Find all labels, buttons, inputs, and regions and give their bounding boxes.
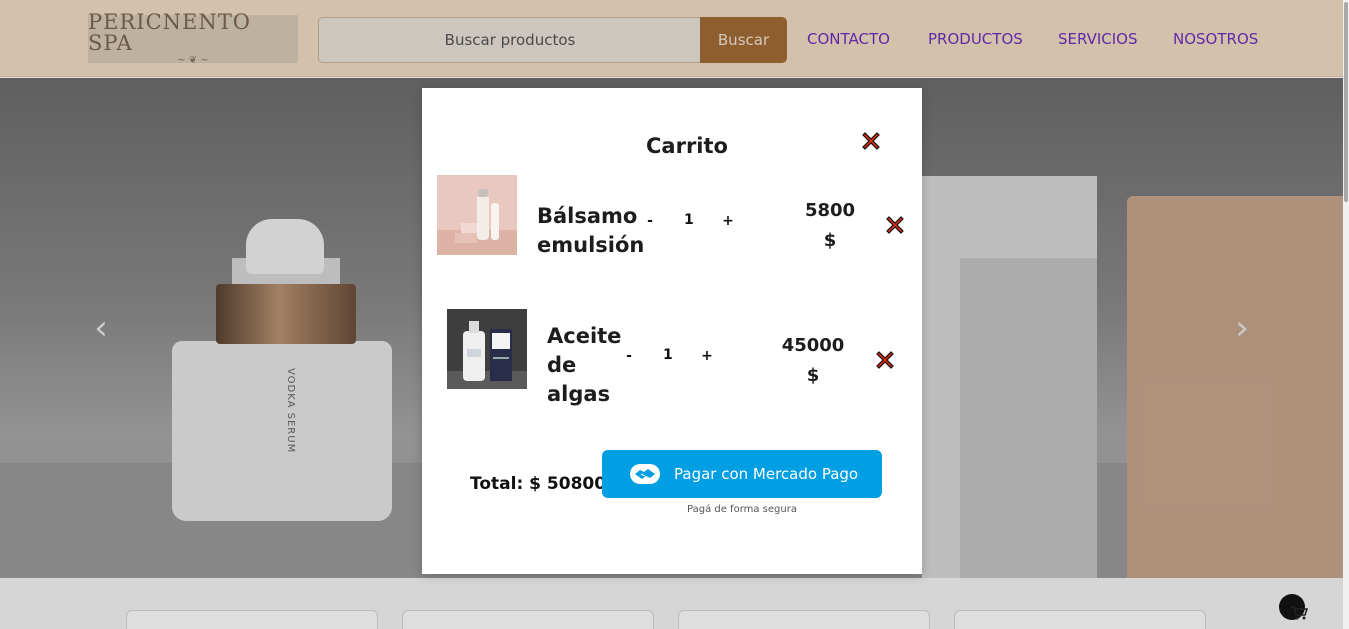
cart-item-name-line: Aceite [547, 324, 622, 348]
cart-item-name-line: emulsión [537, 233, 645, 257]
nav-link-servicios[interactable]: SERVICIOS [1058, 30, 1138, 48]
product-card[interactable] [126, 610, 378, 629]
remove-item-button[interactable] [884, 214, 906, 236]
decrease-quantity-button[interactable]: - [620, 346, 638, 366]
cart-total: Total: $ 50800 [470, 474, 607, 494]
remove-item-icon [876, 351, 894, 369]
cart-item-name-line: Bálsamo [537, 204, 638, 228]
product-card[interactable] [678, 610, 930, 629]
hero-bottle-label: VODKA SERUM [285, 368, 296, 454]
cart-modal: Carrito Bálsamo emulsión - 1 + 5800 $ Ac… [422, 88, 922, 574]
brand-logo[interactable]: PERICNENTO SPA ~ ❦ ~ [88, 10, 298, 66]
cart-item-quantity: 1 [684, 212, 694, 228]
cart-item-name: Aceite de algas [547, 322, 621, 409]
page-scrollbar-thumb[interactable] [1344, 2, 1348, 202]
product-card[interactable] [402, 610, 654, 629]
hero-box-shadow [960, 258, 1097, 578]
product-image-balsamo [437, 175, 517, 255]
hero-box-pink [1127, 196, 1343, 578]
product-image-aceite [447, 309, 527, 389]
cart-item-name-line: algas [547, 382, 611, 406]
decrease-quantity-button[interactable]: - [641, 211, 659, 231]
nav-link-productos[interactable]: PRODUCTOS [928, 30, 1023, 48]
search-input[interactable] [318, 17, 701, 63]
pay-button-label: Pagar con Mercado Pago [674, 465, 859, 483]
cart-item-name: Bálsamo emulsión [537, 202, 644, 260]
cart-item-price-amount: 45000 [781, 335, 845, 356]
close-cart-button[interactable] [860, 130, 882, 152]
nav-link-contacto[interactable]: CONTACTO [807, 30, 890, 48]
carousel-next-button[interactable]: › [1227, 303, 1257, 353]
handshake-icon [630, 464, 660, 484]
cart-icon [1290, 605, 1309, 625]
cart-item-quantity: 1 [663, 347, 673, 363]
remove-item-button[interactable] [874, 349, 896, 371]
cart-item-price-currency: $ [806, 365, 820, 386]
brand-logo-flourish: ~ ❦ ~ [177, 55, 209, 66]
brand-logo-text: PERICNENTO SPA [88, 10, 251, 55]
nav-link-nosotros[interactable]: NOSOTROS [1173, 30, 1258, 48]
hero-bottle-cap [246, 219, 324, 274]
remove-item-icon [886, 216, 904, 234]
search-button[interactable]: Buscar [700, 17, 787, 63]
close-icon [862, 132, 880, 150]
carousel-prev-button[interactable]: ‹ [86, 303, 116, 353]
cart-item-price: 5800 $ [790, 196, 870, 256]
hero-bottle-collar [216, 284, 356, 344]
cart-item-price-amount: 5800 [804, 200, 856, 221]
increase-quantity-button[interactable]: + [698, 346, 716, 366]
site-header: PERICNENTO SPA ~ ❦ ~ Buscar CONTACTO PRO… [0, 0, 1343, 77]
increase-quantity-button[interactable]: + [719, 211, 737, 231]
pay-mercado-pago-button[interactable]: Pagar con Mercado Pago [602, 450, 882, 498]
cart-item-name-line: de [547, 353, 577, 377]
pay-secure-note: Pagá de forma segura [687, 504, 797, 515]
cart-item-price-currency: $ [823, 230, 837, 251]
product-card[interactable] [954, 610, 1206, 629]
cart-item-price: 45000 $ [773, 331, 853, 391]
